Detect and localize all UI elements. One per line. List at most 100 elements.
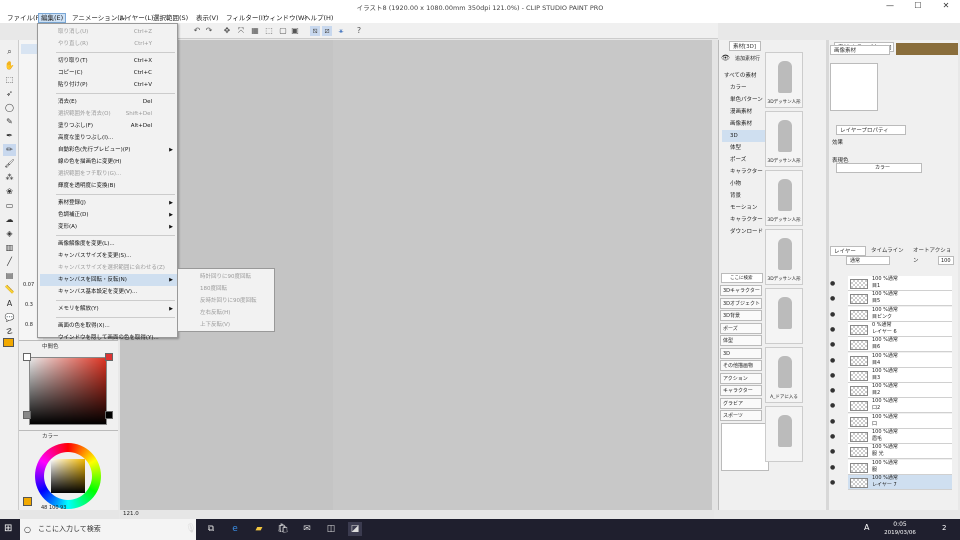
close-button[interactable]: ✕ (932, 0, 960, 12)
decoration-icon[interactable]: ❀ (3, 186, 16, 198)
edit-menu-item[interactable]: キャンバス基本設定を変更(V)... (40, 286, 177, 298)
material-thumbnail[interactable]: A_ドアに入る (765, 347, 803, 403)
tab-layer-property[interactable]: レイヤープロパティ (836, 125, 906, 135)
visibility-icon[interactable]: ● (830, 479, 836, 486)
text-icon[interactable]: A (3, 298, 16, 310)
category-button[interactable]: グラビア (720, 397, 762, 409)
corner-color-black[interactable] (105, 411, 113, 419)
fill-icon[interactable]: ◈ (3, 228, 16, 240)
airbrush-icon[interactable]: ⁂ (3, 172, 16, 184)
edit-menu-item[interactable]: キャンバスを回転・反転(N) ▶ (40, 274, 177, 286)
tree-item[interactable]: 小物 (722, 178, 766, 190)
category-button[interactable]: 3D背景 (720, 310, 762, 321)
clear-icon[interactable]: ▢ (278, 26, 288, 36)
submenu-item[interactable]: 180度回転 (180, 283, 274, 295)
submenu-item[interactable]: 上下反転(V) (180, 319, 274, 331)
tab-image-material[interactable]: 画像素材 (830, 45, 890, 55)
sv-square[interactable] (51, 459, 85, 493)
tree-item[interactable]: すべての素材 (722, 70, 766, 82)
tree-item[interactable]: 背景 (722, 190, 766, 202)
eyedropper-icon[interactable]: ✎ (3, 116, 16, 128)
clock-time[interactable]: 0:05 (880, 521, 920, 528)
edit-menu-item[interactable]: 選択範囲外を消去(O) Shift+Del (40, 108, 177, 120)
undo-icon[interactable]: ↶ (192, 26, 202, 36)
store-icon[interactable]: 🛍 (276, 522, 290, 536)
ruler-icon[interactable]: 📏 (3, 284, 16, 296)
tree-item[interactable]: カラー (722, 82, 766, 94)
edit-menu-item[interactable]: 高度な塗りつぶし(I)... (40, 132, 177, 144)
visibility-icon[interactable]: ● (830, 280, 836, 287)
corner-color-white[interactable] (23, 353, 31, 361)
help-icon[interactable]: ? (354, 26, 364, 36)
tab-layer[interactable]: レイヤー (830, 246, 866, 256)
visibility-icon[interactable]: ● (830, 295, 836, 302)
edit-menu-item[interactable]: 貼り付け(P) Ctrl+V (40, 79, 177, 91)
opacity-input[interactable]: 100 (938, 256, 954, 265)
category-button[interactable]: その他描画物 (720, 360, 762, 371)
category-button[interactable]: スポーツ (720, 410, 762, 421)
submenu-item[interactable]: 時計回りに90度回転 (180, 271, 274, 283)
tree-item[interactable]: 漫画素材 (722, 106, 766, 118)
transform-icon[interactable]: ✥ (222, 26, 232, 36)
category-button[interactable]: アクション (720, 372, 762, 384)
frame-icon[interactable]: ▤ (3, 270, 16, 282)
taskbar-search[interactable]: ここに入力して検索 (20, 519, 196, 540)
notification-badge[interactable]: 2 (942, 524, 946, 532)
layer-row[interactable]: 100 %通常 目1 (848, 276, 952, 291)
edge-icon[interactable]: e (228, 522, 242, 536)
tree-item[interactable]: 体型 (722, 142, 766, 154)
edit-menu-item[interactable]: コピー(C) Ctrl+C (40, 67, 177, 79)
edit-menu-item[interactable]: 画像解像度を変更(L)... (40, 238, 177, 250)
maximize-button[interactable]: ☐ (904, 0, 932, 12)
edit-menu-item[interactable]: メモリを解放(Y) ▶ (40, 303, 177, 315)
canvas-page[interactable] (333, 40, 714, 510)
visibility-icon[interactable]: ● (830, 464, 836, 471)
layer-row[interactable]: 100 %通常 口2 (848, 398, 952, 414)
edit-menu-item[interactable]: 素材登録(J) ▶ (40, 197, 177, 209)
material-thumbnail[interactable]: 3Dデッサン人形 (765, 52, 803, 108)
material-thumbnail[interactable] (765, 406, 803, 462)
main-color-swatch[interactable] (3, 338, 14, 347)
edit-menu-item[interactable]: 画面の色を取得(X)... (40, 320, 177, 332)
eraser-icon[interactable]: ▭ (3, 200, 16, 212)
snap-icon[interactable]: ▦ (250, 26, 260, 36)
menu-help[interactable]: ヘルプ(H) (302, 13, 335, 23)
visibility-icon[interactable]: ● (830, 372, 836, 379)
visibility-icon[interactable]: ● (830, 418, 836, 425)
layer-row[interactable]: 100 %通常 目3 (848, 367, 952, 383)
layer-row[interactable]: 100 %通常 目6 (848, 337, 952, 353)
folder-icon[interactable]: ▰ (252, 522, 266, 536)
blend-icon[interactable]: ☁ (3, 214, 16, 226)
color-grid[interactable] (29, 357, 107, 425)
tree-item[interactable]: 単色パターン (722, 94, 766, 106)
operation-icon[interactable]: ➶ (3, 88, 16, 100)
edit-menu-item[interactable]: 選択範囲をフチ取り(G)... (40, 168, 177, 180)
lasso-icon[interactable]: ◯ (3, 102, 16, 114)
category-button[interactable]: ポーズ (720, 322, 762, 334)
microphone-icon[interactable]: 🎙 (184, 522, 198, 536)
panel-tab[interactable]: カラー (39, 432, 59, 442)
app-icon[interactable]: ◫ (324, 522, 338, 536)
zoom-icon[interactable]: ⌕ (3, 46, 16, 58)
edit-menu-item[interactable]: 線の色を描画色に変更(H) (40, 156, 177, 168)
balloon-icon[interactable]: 💬 (3, 312, 16, 324)
layer-row[interactable]: 100 %通常 目2 (848, 383, 952, 399)
fill-icon[interactable]: ▣ (290, 26, 300, 36)
tree-item[interactable]: キャラクター (722, 214, 766, 226)
category-button[interactable]: 体型 (720, 335, 762, 346)
move-icon[interactable]: ✋ (3, 60, 16, 72)
redo-icon[interactable]: ↷ (204, 26, 214, 36)
mail-icon[interactable]: ✉ (300, 522, 314, 536)
edit-menu-item[interactable]: ウインドウを隠して画面の色を取得(Y)... (40, 332, 177, 344)
visibility-icon[interactable]: ● (830, 402, 836, 409)
correction-icon[interactable]: ☡ (3, 326, 16, 338)
material-search[interactable]: ここに検索 (721, 273, 763, 283)
menu-layer[interactable]: レイヤー(L) (117, 13, 156, 23)
edit-menu-item[interactable]: 輝度を透明度に変換(B) (40, 180, 177, 192)
menu-view[interactable]: 表示(V) (194, 13, 221, 23)
category-button[interactable]: 3D (720, 347, 762, 359)
layer-row[interactable]: 100 %通常 眉毛 (848, 429, 952, 444)
category-button[interactable]: キャラクター (720, 385, 762, 396)
edit-menu-item[interactable]: 変形(A) ▶ (40, 221, 177, 233)
tree-item[interactable]: 3D (722, 130, 766, 142)
